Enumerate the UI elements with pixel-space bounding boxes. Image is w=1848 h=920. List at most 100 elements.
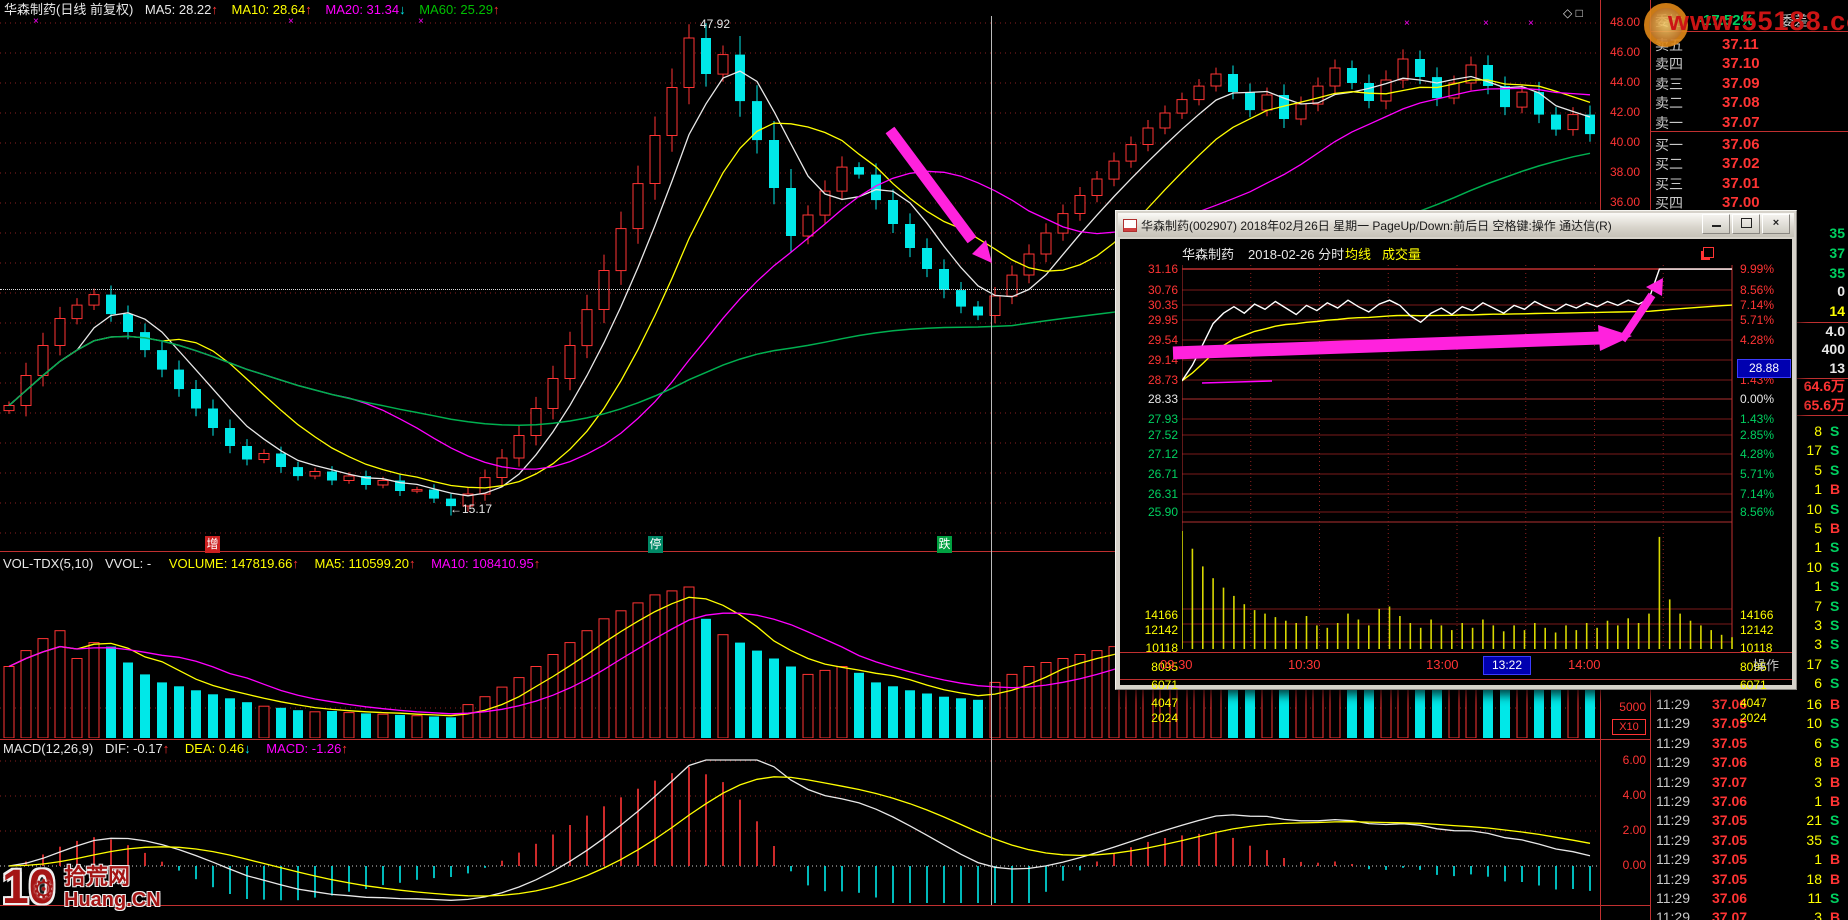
popup-price-label: 29.54: [1147, 333, 1178, 347]
popup-pct-label: 7.14%: [1740, 487, 1775, 501]
price-badge: 28.88: [1737, 359, 1791, 378]
tag-down-badge: 跌: [937, 536, 952, 553]
popup-bottom-line: [1120, 679, 1792, 680]
ma5-value: MA5: 28.22: [144, 2, 212, 17]
popup-pct-label: 4.28%: [1740, 333, 1775, 347]
vvol-value: VVOL: -: [104, 556, 152, 571]
popup-volaxis-label: 12142: [1740, 623, 1774, 637]
vol-name: VOL-TDX(5,10): [3, 556, 94, 571]
popup-pct-label: 5.71%: [1740, 313, 1775, 327]
close-button[interactable]: ×: [1762, 214, 1790, 234]
sell-signal-icon: ×: [288, 16, 294, 27]
chart-title-bar: 华森制药(日线 前复权) MA5: 28.22↑ MA10: 28.64↑ MA…: [4, 3, 499, 16]
divider: [1796, 378, 1848, 379]
maximize-button[interactable]: [1732, 214, 1760, 234]
popup-pct-label: 1.43%: [1740, 412, 1775, 426]
popup-title-bar[interactable]: 华森制药(002907) 2018年02月26日 星期一 PageUp/Down…: [1118, 213, 1794, 237]
tag-halt-badge: 停: [648, 536, 663, 553]
popup-price-label: 25.90: [1147, 505, 1178, 519]
popup-date-mode: 2018-02-26 分时: [1248, 247, 1345, 262]
popup-pct-label: 8.56%: [1740, 283, 1775, 297]
dea-value: DEA: 0.46: [184, 741, 245, 756]
divider: [0, 739, 1650, 740]
popup-client-area: 华森制药 2018-02-26 分时 均线 成交量 31.16 30.76 30.3…: [1120, 239, 1792, 724]
popup-volaxis-label: 12142: [1144, 623, 1178, 637]
intraday-popup-window[interactable]: 华森制药(002907) 2018年02月26日 星期一 PageUp/Down…: [1115, 210, 1797, 724]
popup-volaxis-label: 6071: [1740, 678, 1767, 692]
high-price-label: 47.92: [700, 17, 731, 31]
popup-pct-label: 0.00%: [1740, 392, 1775, 406]
divider: [1650, 131, 1848, 132]
macd-name: MACD(12,26,9): [3, 741, 94, 756]
price-axis-label: 38.00: [1609, 165, 1641, 179]
popup-detach-icon[interactable]: [1703, 247, 1714, 258]
popup-price-label: 27.93: [1147, 412, 1178, 426]
popup-volaxis-label: 4047: [1740, 696, 1767, 710]
divider: [1796, 322, 1848, 323]
ma20-value: MA20: 31.34: [325, 2, 400, 17]
popup-ma-label[interactable]: 均线: [1345, 248, 1371, 261]
popup-vol-label[interactable]: 成交量: [1382, 248, 1421, 261]
popup-price-label: 29.14: [1147, 353, 1178, 367]
popup-price-label: 27.52: [1147, 428, 1178, 442]
popup-pct-label: 9.99%: [1740, 262, 1775, 276]
macd-axis-label: 2.00: [1622, 823, 1646, 837]
ma20-arrow-icon: ↓: [399, 2, 406, 17]
price-axis-label: 42.00: [1609, 105, 1641, 119]
popup-time-label: 09:30: [1160, 657, 1193, 672]
vol-indicator-bar: VOL-TDX(5,10) VVOL: - VOLUME: 147819.66↑…: [3, 557, 540, 570]
time-badge: 13:22: [1483, 656, 1531, 675]
popup-time-label: 13:00: [1426, 657, 1459, 672]
dif-value: DIF: -0.17: [104, 741, 163, 756]
popup-volaxis-label: 6071: [1151, 678, 1178, 692]
volume-arrow-icon: ↑: [292, 556, 299, 571]
popup-price-label: 26.31: [1147, 487, 1178, 501]
macd-indicator-bar: MACD(12,26,9) DIF: -0.17↑ DEA: 0.46↓ MAC…: [3, 742, 348, 755]
macd-axis-label: 4.00: [1622, 788, 1646, 802]
tag-up-badge: 增: [205, 536, 220, 553]
popup-pct-label: 7.14%: [1740, 298, 1775, 312]
dea-arrow-icon: ↓: [244, 741, 251, 756]
minimize-icon: [1711, 225, 1721, 227]
low-price-label: ←15.17: [450, 502, 493, 516]
popup-app-icon: [1123, 218, 1137, 232]
maximize-icon: [1740, 218, 1752, 228]
vol-axis-label: 5000: [1619, 700, 1646, 714]
stock-title: 华森制药(日线 前复权): [4, 2, 134, 17]
macd-arrow-icon: ↑: [341, 741, 348, 756]
popup-volaxis-label: 2024: [1740, 711, 1767, 725]
popup-volaxis-label: 14166: [1144, 608, 1178, 622]
price-axis-label: 44.00: [1609, 75, 1641, 89]
popup-price-label: 28.73: [1147, 373, 1178, 387]
macd-chart: [0, 759, 1600, 903]
ma10-arrow-icon: ↑: [305, 2, 312, 17]
ma10-value: MA10: 28.64: [231, 2, 306, 17]
divider: [1796, 415, 1848, 416]
action-button[interactable]: 操作: [1753, 659, 1779, 672]
crosshair-vertical: [991, 16, 992, 905]
sell-signal-icon: ×: [1528, 18, 1534, 29]
intraday-chart: [1182, 265, 1733, 649]
vol-ma5-value: MA5: 110599.20: [314, 556, 409, 571]
popup-price-label: 26.71: [1147, 467, 1178, 481]
popup-price-label: 28.33: [1147, 392, 1178, 406]
popup-pct-label: 8.56%: [1740, 505, 1775, 519]
popup-time-label: 14:00: [1568, 657, 1601, 672]
logo-cn-text: 拾荒网: [64, 864, 131, 889]
sell-signal-icon: ×: [33, 16, 39, 27]
popup-price-label: 31.16: [1147, 262, 1178, 276]
popup-price-label: 27.12: [1147, 447, 1178, 461]
minimize-button[interactable]: [1702, 214, 1730, 234]
popup-volaxis-label: 4047: [1151, 696, 1178, 710]
price-axis-label: 36.00: [1609, 195, 1641, 209]
price-axis-label: 48.00: [1609, 15, 1641, 29]
popup-price-label: 29.95: [1147, 313, 1178, 327]
popup-pct-label: 5.71%: [1740, 467, 1775, 481]
price-axis-label: 46.00: [1609, 45, 1641, 59]
logo-site-text: Huang.CN: [64, 889, 161, 911]
tdx-terminal: 华森制药(日线 前复权) MA5: 28.22↑ MA10: 28.64↑ MA…: [0, 0, 1848, 920]
popup-pct-label: 2.85%: [1740, 428, 1775, 442]
popup-price-label: 30.35: [1147, 298, 1178, 312]
close-icon: ×: [1772, 217, 1780, 229]
vol-ma10-value: MA10: 108410.95: [431, 556, 534, 571]
